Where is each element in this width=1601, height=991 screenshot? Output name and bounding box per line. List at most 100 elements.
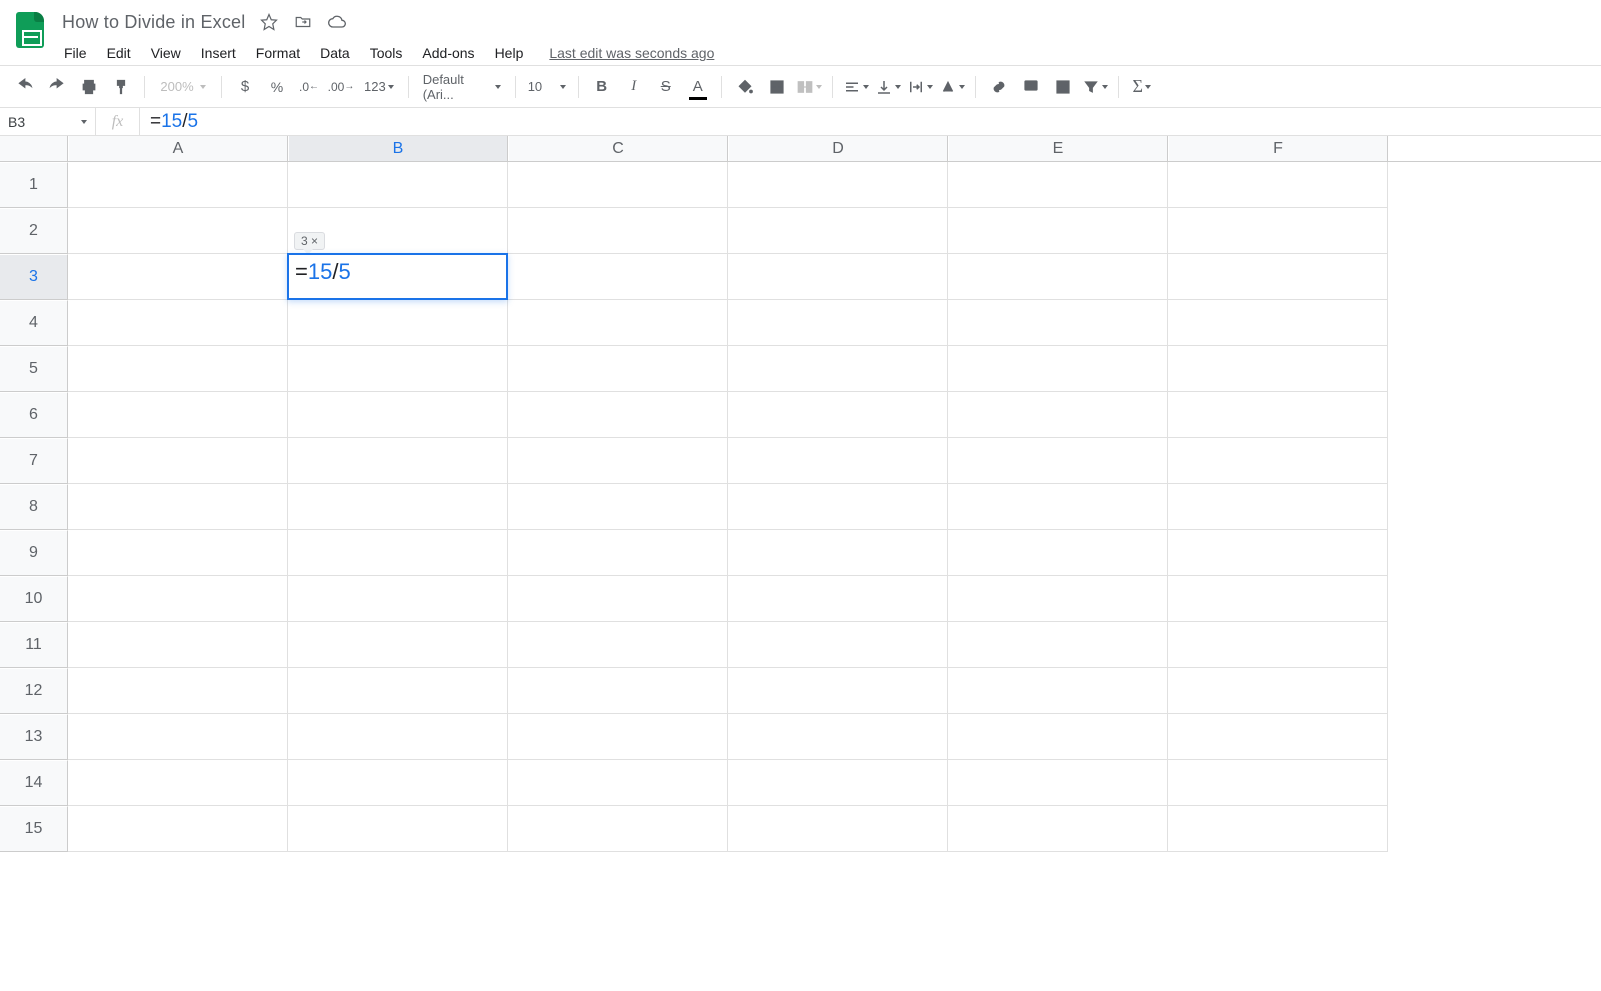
insert-chart-button[interactable] [1048, 72, 1078, 102]
menu-help[interactable]: Help [487, 41, 532, 65]
cell-F10[interactable] [1168, 576, 1388, 622]
cell-B8[interactable] [288, 484, 508, 530]
cell-F9[interactable] [1168, 530, 1388, 576]
row-header-5[interactable]: 5 [0, 346, 68, 392]
menu-file[interactable]: File [56, 41, 95, 65]
cell-C15[interactable] [508, 806, 728, 852]
cell-D10[interactable] [728, 576, 948, 622]
cell-B7[interactable] [288, 438, 508, 484]
cell-F12[interactable] [1168, 668, 1388, 714]
insert-comment-button[interactable] [1016, 72, 1046, 102]
cell-B5[interactable] [288, 346, 508, 392]
cell-E2[interactable] [948, 208, 1168, 254]
cell-E3[interactable] [948, 254, 1168, 300]
horizontal-align-button[interactable] [841, 72, 871, 102]
cell-B13[interactable] [288, 714, 508, 760]
cell-A11[interactable] [68, 622, 288, 668]
cell-C1[interactable] [508, 162, 728, 208]
insert-link-button[interactable] [984, 72, 1014, 102]
cell-A1[interactable] [68, 162, 288, 208]
cell-F6[interactable] [1168, 392, 1388, 438]
cell-C7[interactable] [508, 438, 728, 484]
column-header-C[interactable]: C [508, 136, 728, 161]
column-header-E[interactable]: E [948, 136, 1168, 161]
font-size-select[interactable]: 10 [524, 79, 570, 94]
text-rotation-button[interactable] [937, 72, 967, 102]
cell-C8[interactable] [508, 484, 728, 530]
text-color-button[interactable]: A [683, 72, 713, 102]
cell-F4[interactable] [1168, 300, 1388, 346]
select-all-corner[interactable] [0, 136, 68, 161]
row-header-12[interactable]: 12 [0, 668, 68, 714]
cell-B9[interactable] [288, 530, 508, 576]
print-button[interactable] [74, 72, 104, 102]
column-header-D[interactable]: D [728, 136, 948, 161]
menu-view[interactable]: View [143, 41, 189, 65]
cell-B10[interactable] [288, 576, 508, 622]
cell-F13[interactable] [1168, 714, 1388, 760]
cell-E10[interactable] [948, 576, 1168, 622]
paint-format-button[interactable] [106, 72, 136, 102]
percent-button[interactable]: % [262, 72, 292, 102]
cell-E4[interactable] [948, 300, 1168, 346]
cell-C3[interactable] [508, 254, 728, 300]
cell-B14[interactable] [288, 760, 508, 806]
formula-input[interactable]: =15/5 [140, 111, 1601, 133]
cell-A13[interactable] [68, 714, 288, 760]
cell-D5[interactable] [728, 346, 948, 392]
cell-C13[interactable] [508, 714, 728, 760]
increase-decimal-button[interactable]: .00→ [326, 72, 356, 102]
cell-A6[interactable] [68, 392, 288, 438]
cell-D12[interactable] [728, 668, 948, 714]
cell-F2[interactable] [1168, 208, 1388, 254]
cell-C5[interactable] [508, 346, 728, 392]
sheets-logo[interactable] [8, 8, 52, 52]
cell-C4[interactable] [508, 300, 728, 346]
cell-A2[interactable] [68, 208, 288, 254]
cell-F7[interactable] [1168, 438, 1388, 484]
cell-D4[interactable] [728, 300, 948, 346]
cell-B4[interactable] [288, 300, 508, 346]
cell-D2[interactable] [728, 208, 948, 254]
star-icon[interactable] [259, 12, 279, 32]
cell-B12[interactable] [288, 668, 508, 714]
cell-A5[interactable] [68, 346, 288, 392]
menu-insert[interactable]: Insert [193, 41, 244, 65]
vertical-align-button[interactable] [873, 72, 903, 102]
menu-addons[interactable]: Add-ons [414, 41, 482, 65]
document-title[interactable]: How to Divide in Excel [62, 12, 245, 33]
row-header-6[interactable]: 6 [0, 392, 68, 438]
text-wrap-button[interactable] [905, 72, 935, 102]
cell-F15[interactable] [1168, 806, 1388, 852]
cell-C14[interactable] [508, 760, 728, 806]
currency-button[interactable]: $ [230, 72, 260, 102]
cell-F11[interactable] [1168, 622, 1388, 668]
cell-E6[interactable] [948, 392, 1168, 438]
cell-D6[interactable] [728, 392, 948, 438]
cell-D14[interactable] [728, 760, 948, 806]
bold-button[interactable]: B [587, 72, 617, 102]
cell-E15[interactable] [948, 806, 1168, 852]
functions-button[interactable]: Σ [1127, 72, 1157, 102]
undo-button[interactable] [10, 72, 40, 102]
cell-F1[interactable] [1168, 162, 1388, 208]
borders-button[interactable] [762, 72, 792, 102]
row-header-3[interactable]: 3 [0, 254, 68, 300]
cell-F14[interactable] [1168, 760, 1388, 806]
cell-A7[interactable] [68, 438, 288, 484]
row-header-9[interactable]: 9 [0, 530, 68, 576]
cell-C2[interactable] [508, 208, 728, 254]
italic-button[interactable]: I [619, 72, 649, 102]
cell-A8[interactable] [68, 484, 288, 530]
cell-C6[interactable] [508, 392, 728, 438]
zoom-select[interactable]: 200% [153, 79, 213, 94]
cell-A12[interactable] [68, 668, 288, 714]
last-edit-link[interactable]: Last edit was seconds ago [549, 45, 714, 61]
column-header-F[interactable]: F [1168, 136, 1388, 161]
fill-color-button[interactable] [730, 72, 760, 102]
menu-tools[interactable]: Tools [362, 41, 411, 65]
cell-C9[interactable] [508, 530, 728, 576]
row-header-8[interactable]: 8 [0, 484, 68, 530]
cell-D11[interactable] [728, 622, 948, 668]
menu-edit[interactable]: Edit [99, 41, 139, 65]
